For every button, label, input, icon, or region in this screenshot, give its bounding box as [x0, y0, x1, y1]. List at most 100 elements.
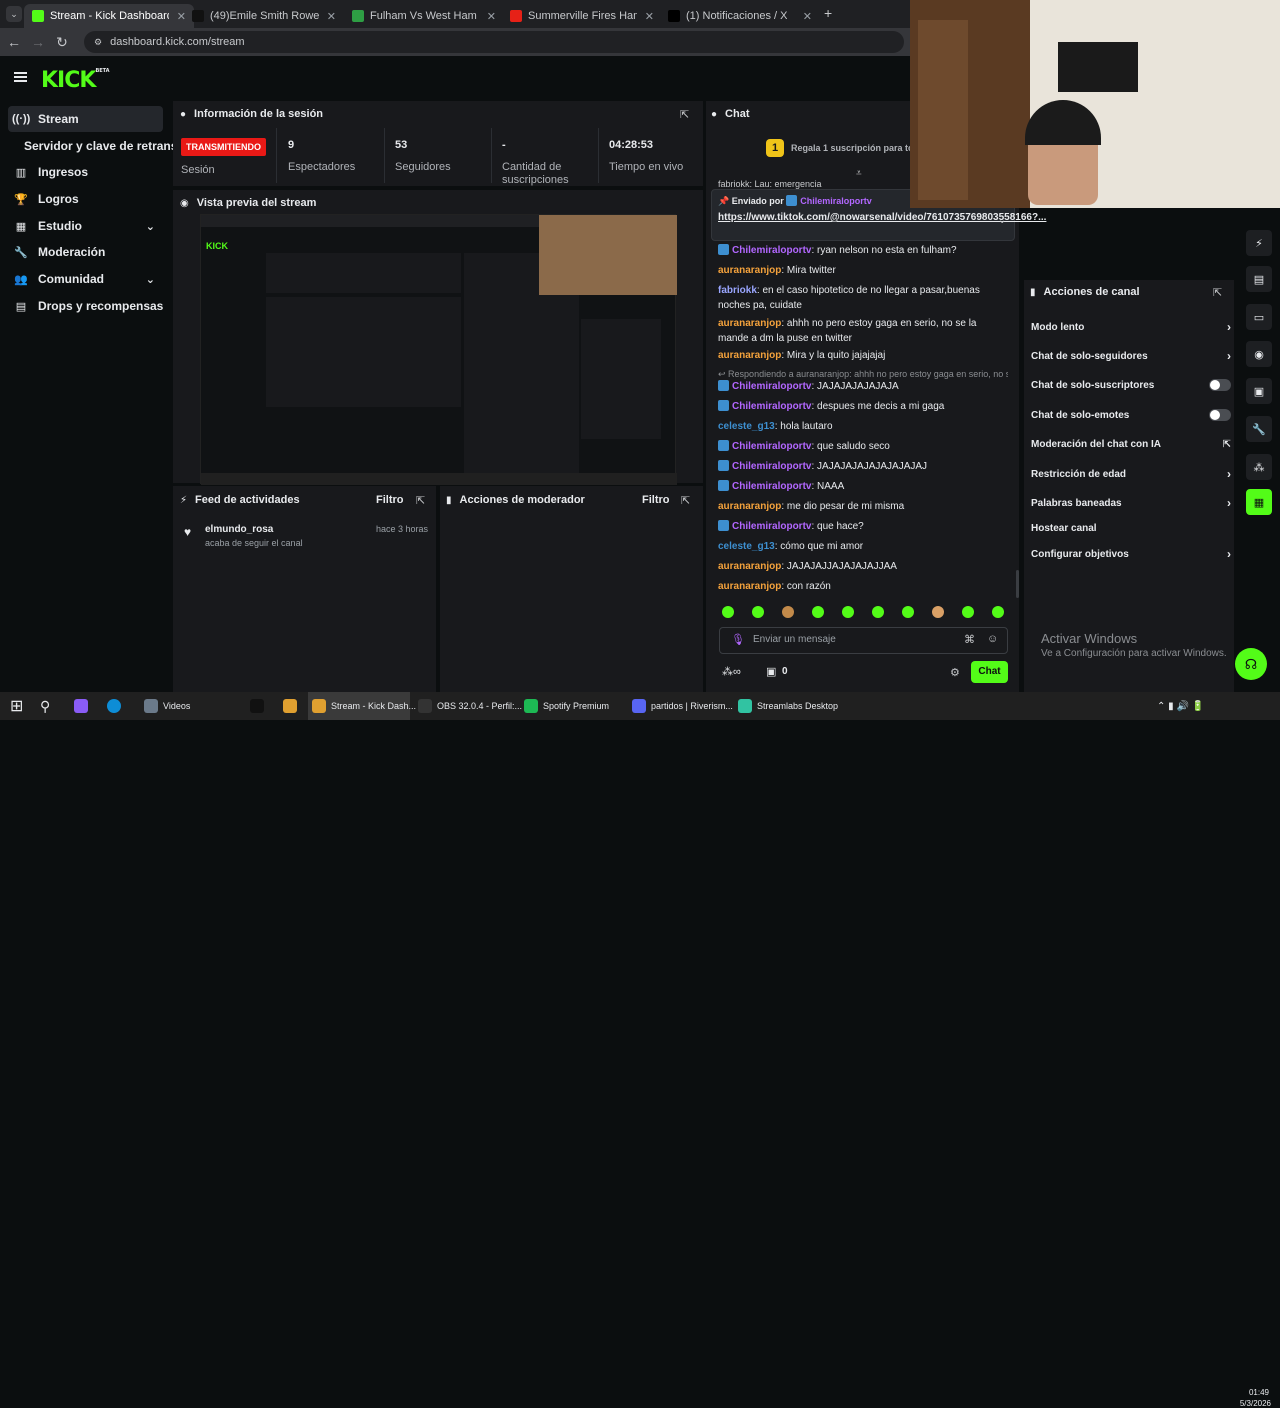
emote-icon[interactable] — [812, 606, 824, 618]
emote-icon[interactable] — [902, 606, 914, 618]
settings-icon[interactable]: ⚙ — [950, 666, 960, 679]
tab-close-icon[interactable]: ✕ — [637, 10, 654, 23]
chat-username[interactable]: Chilemiraloportv — [732, 461, 811, 472]
emoji-icon[interactable]: ☺ — [987, 633, 998, 645]
clock-date[interactable]: 5/3/2026 — [1235, 1399, 1271, 1408]
windows-start-icon[interactable]: ⊞ — [10, 692, 23, 720]
note-rail-icon[interactable]: ▤ — [1246, 266, 1272, 292]
pinned-by-user[interactable]: Chilemiraloportv — [800, 196, 872, 206]
back-button[interactable]: ← — [2, 34, 26, 50]
sidebar-item[interactable]: ▥ Ingresos — [8, 159, 163, 185]
sidebar-item[interactable]: 🏆 Logros — [8, 186, 163, 212]
clapper-rail-icon[interactable]: ▦ — [1246, 489, 1272, 515]
microphone-icon[interactable]: 🎙 — [731, 633, 745, 646]
chat-username[interactable]: auranaranjop — [718, 581, 781, 592]
emote-icon[interactable] — [842, 606, 854, 618]
stream-preview-video[interactable]: KICK — [200, 214, 677, 485]
emote-icon[interactable] — [962, 606, 974, 618]
sidebar-item[interactable]: ▤ Drops y recompensas — [8, 293, 163, 319]
sidebar-item[interactable]: ((·)) Stream — [8, 106, 163, 132]
command-icon[interactable]: ⌘ — [964, 633, 975, 646]
chat-username[interactable]: Chilemiraloportv — [732, 245, 811, 256]
gift-banner[interactable]: Regala 1 suscripción para toma — [791, 143, 927, 153]
tab-close-icon[interactable]: ✕ — [479, 10, 496, 23]
site-info-icon[interactable]: ⚙ — [94, 37, 102, 48]
channel-action-item[interactable]: Moderación del chat con IA ⇱ — [1031, 437, 1231, 451]
browser-tab[interactable]: Summerville Fires Hammers To✕ — [502, 4, 662, 28]
taskbar-app[interactable] — [246, 692, 268, 720]
chat-username[interactable]: auranaranjop — [718, 350, 781, 361]
edge-icon[interactable] — [107, 692, 126, 720]
browser-tab[interactable]: Stream - Kick Dashboard ✕ — [24, 4, 194, 28]
emote-icon[interactable] — [932, 606, 944, 618]
taskbar-app[interactable]: Streamlabs Desktop — [734, 692, 844, 720]
browser-tab[interactable]: Fulham Vs West Ham United - L✕ — [344, 4, 504, 28]
chat-rail-icon[interactable]: ▭ — [1246, 304, 1272, 330]
copilot-icon[interactable] — [74, 692, 93, 720]
channel-action-item[interactable]: Chat de solo-emotes — [1031, 408, 1231, 422]
browser-tab[interactable]: (49)Emile Smith Rowe and Alex✕ — [184, 4, 344, 28]
gift-icon[interactable]: ▣ — [766, 665, 776, 678]
channel-action-item[interactable]: Hostear canal — [1031, 521, 1231, 535]
chat-username[interactable]: celeste_g13 — [718, 421, 775, 432]
channel-action-item[interactable]: Palabras baneadas › — [1031, 496, 1231, 510]
browser-tab[interactable]: (1) Notificaciones / X ✕ — [660, 4, 820, 28]
channel-action-item[interactable]: Chat de solo-seguidores › — [1031, 349, 1231, 363]
chat-username[interactable]: auranaranjop — [718, 318, 781, 329]
support-icon[interactable]: ☊ — [1235, 648, 1267, 680]
chat-username[interactable]: Chilemiraloportv — [732, 441, 811, 452]
channel-action-item[interactable]: Restricción de edad › — [1031, 467, 1231, 481]
toggle-switch[interactable] — [1209, 379, 1231, 391]
taskbar-app[interactable]: Stream - Kick Dash... — [308, 692, 416, 720]
taskbar-app[interactable]: OBS 32.0.4 - Perfil:... — [414, 692, 522, 720]
pinned-link[interactable]: https://www.tiktok.com/@nowarsenal/video… — [718, 211, 1046, 225]
sidebar-item[interactable]: 👥 Comunidad ⌄ — [8, 266, 163, 292]
rewards-rail-icon[interactable]: ⁂ — [1246, 454, 1272, 480]
channel-actions-expand-icon[interactable]: ⇱ — [1213, 286, 1222, 299]
mod-expand-icon[interactable]: ⇱ — [681, 494, 690, 507]
feed-filter-button[interactable]: Filtro — [376, 494, 404, 506]
reload-button[interactable]: ↻ — [50, 34, 74, 51]
broadcast-rail-icon[interactable]: ◉ — [1246, 341, 1272, 367]
forward-button[interactable]: → — [26, 34, 50, 50]
tab-close-icon[interactable]: ✕ — [795, 10, 812, 23]
feed-expand-icon[interactable]: ⇱ — [416, 494, 425, 507]
tab-search-button[interactable]: ⌄ — [6, 6, 22, 22]
mod-filter-button[interactable]: Filtro — [642, 494, 670, 506]
emote-icon[interactable] — [872, 606, 884, 618]
bolt-rail-icon[interactable]: ⚡ — [1246, 230, 1272, 256]
chat-username[interactable]: fabriokk — [718, 285, 757, 296]
emote-icon[interactable] — [782, 606, 794, 618]
url-field[interactable]: ⚙ dashboard.kick.com/stream — [84, 31, 904, 53]
expand-icon[interactable]: ⇱ — [680, 108, 689, 121]
collapse-icon[interactable]: ⩡ — [856, 168, 862, 179]
chat-username[interactable]: Chilemiraloportv — [732, 481, 811, 492]
tab-close-icon[interactable]: ✕ — [319, 10, 336, 23]
search-icon[interactable]: ⚲ — [40, 692, 50, 720]
send-chat-button[interactable]: Chat — [971, 661, 1008, 683]
taskbar-app[interactable] — [279, 692, 301, 720]
channel-action-item[interactable]: Modo lento › — [1031, 320, 1231, 334]
kick-logo[interactable]: KICKBETA — [41, 68, 110, 93]
chat-username[interactable]: Chilemiraloportv — [732, 401, 811, 412]
channel-action-item[interactable]: Chat de solo-suscriptores — [1031, 378, 1231, 392]
chat-username[interactable]: auranaranjop — [718, 561, 781, 572]
clock-time[interactable]: 01:49 — [1239, 1388, 1269, 1397]
chat-username[interactable]: celeste_g13 — [718, 541, 775, 552]
menu-icon[interactable] — [14, 72, 27, 82]
sidebar-item[interactable]: ▦ Estudio ⌄ — [8, 213, 163, 239]
rewards-icon[interactable]: ⁂∞ — [722, 665, 741, 678]
emote-icon[interactable] — [722, 606, 734, 618]
chat-username[interactable]: Chilemiraloportv — [732, 381, 811, 392]
taskbar-app[interactable]: Spotify Premium — [520, 692, 622, 720]
chevron-down-icon[interactable]: ⌄ — [998, 215, 1006, 226]
taskbar-app[interactable]: partidos | Riverism... — [628, 692, 733, 720]
emote-icon[interactable] — [992, 606, 1004, 618]
new-tab-button[interactable]: + — [824, 5, 832, 21]
toggle-switch[interactable] — [1209, 409, 1231, 421]
feed-user[interactable]: elmundo_rosa — [205, 524, 273, 535]
emote-icon[interactable] — [752, 606, 764, 618]
chat-username[interactable]: auranaranjop — [718, 501, 781, 512]
tray-icons[interactable]: ⌃ ▮ 🔊 🔋 — [1157, 692, 1204, 720]
users-rail-icon[interactable]: ▣ — [1246, 378, 1272, 404]
